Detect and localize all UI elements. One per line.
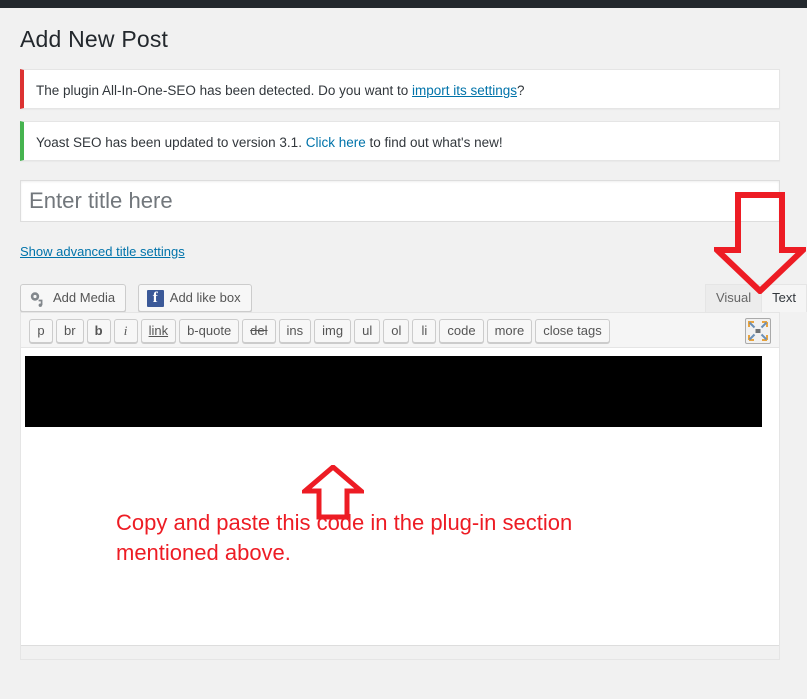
quicktag-ul[interactable]: ul [354, 319, 381, 343]
quicktag-br[interactable]: br [56, 319, 84, 343]
show-advanced-title-settings-link[interactable]: Show advanced title settings [20, 244, 185, 259]
quicktag-more[interactable]: more [486, 319, 533, 343]
media-icon [29, 290, 47, 307]
fullscreen-expand-icon[interactable] [745, 318, 771, 344]
notice-yoast-updated: Yoast SEO has been updated to version 3.… [20, 121, 780, 161]
quicktag-ins[interactable]: ins [278, 319, 312, 343]
title-container [20, 180, 780, 222]
click-here-link[interactable]: Click here [306, 135, 366, 150]
page-title: Add New Post [20, 26, 169, 52]
add-media-button[interactable]: Add Media [20, 284, 127, 312]
notice-text-after: to find out what's new! [365, 135, 503, 150]
notice-aioseo-detected: The plugin All-In-One-SEO has been detec… [20, 69, 780, 109]
quicktag-p[interactable]: p [29, 319, 53, 343]
editor-status-bar [21, 645, 779, 659]
quicktag-code[interactable]: code [439, 319, 484, 343]
quicktag-i[interactable]: i [113, 319, 138, 343]
quicktag-img[interactable]: img [314, 319, 352, 343]
quicktag-b-quote[interactable]: b-quote [179, 319, 240, 343]
import-its-settings-link[interactable]: import its settings [412, 83, 517, 98]
notice-text-before: The plugin All-In-One-SEO has been detec… [36, 83, 412, 98]
quicktags-toolbar: p br b i link b-quote del ins img ul ol li code more c… [21, 313, 779, 347]
notice-text-after: ? [517, 83, 525, 98]
quicktag-li[interactable]: li [412, 319, 437, 343]
post-content-textarea[interactable] [21, 347, 779, 645]
notice-text: Yoast SEO has been updated to version 3.… [36, 133, 767, 153]
annotation-text: Copy and paste this code in the plug-in … [116, 510, 573, 565]
quicktag-link[interactable]: link [140, 319, 177, 343]
quicktag-b[interactable]: b [86, 319, 111, 343]
facebook-icon [146, 289, 164, 307]
add-media-label: Add Media [53, 290, 116, 305]
quicktag-del[interactable]: del [242, 319, 276, 343]
post-editor: p br b i link b-quote del ins img ul ol li code more c… [20, 312, 780, 660]
post-title-input[interactable] [20, 180, 780, 222]
notice-text: The plugin All-In-One-SEO has been detec… [36, 81, 767, 101]
redacted-code-block [25, 356, 762, 427]
notice-text-before: Yoast SEO has been updated to version 3.… [36, 135, 306, 150]
quicktag-close-tags[interactable]: close tags [535, 319, 610, 343]
advanced-title-settings: Show advanced title settings [20, 244, 807, 259]
admin-bar [0, 0, 807, 8]
add-like-box-button[interactable]: Add like box [137, 284, 252, 312]
arrow-down-icon [714, 192, 806, 294]
media-buttons-row: Add Media Add like box VisualText [20, 284, 807, 312]
quicktag-ol[interactable]: ol [383, 319, 410, 343]
add-like-box-label: Add like box [169, 290, 241, 305]
